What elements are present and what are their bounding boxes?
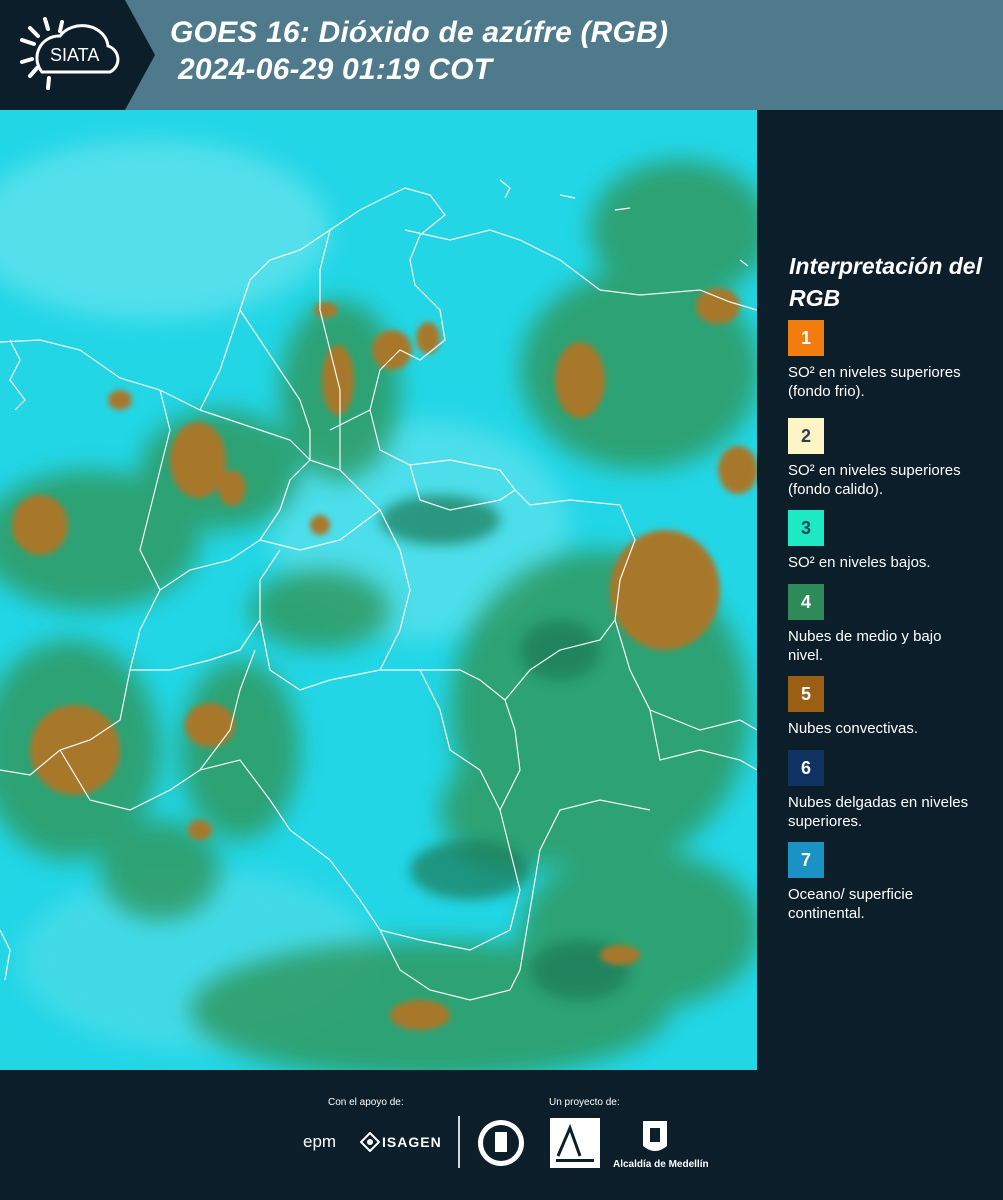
legend-swatch-5: 5 (788, 676, 824, 712)
legend-swatch-7: 7 (788, 842, 824, 878)
footer: Con el apoyo de: Un proyecto de: epm ISA… (0, 1070, 1003, 1200)
header: SIATA GOES 16: Dióxido de azúfre (RGB) 2… (0, 0, 1003, 110)
epm-logo: epm (303, 1132, 337, 1151)
legend-swatch-6: 6 (788, 750, 824, 786)
legend-swatch-2: 2 (788, 418, 824, 454)
legend-text-5: Nubes convectivas. (788, 720, 919, 737)
alcaldia-medellin-label: Alcaldía de Medellín (613, 1159, 709, 1170)
rgb-legend: Interpretación del RGB 1 SO² en niveles … (758, 110, 1003, 1070)
alcaldia-medellin-icon (640, 1118, 670, 1163)
legend-text-6: Nubes delgadas en niveles superiores. (788, 794, 969, 830)
isagen-icon (359, 1131, 381, 1157)
legend-item-4: 4 Nubes de medio y bajo nivel. (788, 584, 998, 665)
legend-title: Interpretación del RGB (789, 253, 982, 311)
area-metropolitana-logo (550, 1118, 600, 1168)
legend-item-6: 6 Nubes delgadas en niveles superiores. (788, 750, 998, 831)
logo-text: SIATA (50, 45, 100, 65)
legend-item-1: 1 SO² en niveles superiores (fondo frio)… (788, 320, 998, 401)
legend-swatch-3: 3 (788, 510, 824, 546)
legend-swatch-4: 4 (788, 584, 824, 620)
legend-text-3: SO² en niveles bajos. (788, 554, 931, 571)
title-line-1: GOES 16: Dióxido de azúfre (RGB) (170, 16, 669, 49)
footer-divider (458, 1116, 460, 1168)
project-label: Un proyecto de: (549, 1097, 620, 1108)
legend-text-2: SO² en niveles superiores (fondo calido)… (788, 462, 961, 498)
legend-text-1: SO² en niveles superiores (fondo frio). (788, 364, 961, 400)
isagen-logo: ISAGEN (382, 1134, 442, 1150)
siata-logo: SIATA (0, 0, 155, 110)
support-label: Con el apoyo de: (328, 1097, 404, 1108)
title-line-2: 2024-06-29 01:19 COT (178, 53, 493, 86)
legend-text-7: Oceano/ superficie continental. (788, 886, 914, 922)
legend-item-7: 7 Oceano/ superficie continental. (788, 842, 998, 923)
legend-item-5: 5 Nubes convectivas. (788, 676, 998, 738)
legend-item-3: 3 SO² en niveles bajos. (788, 510, 998, 572)
page-title: GOES 16: Dióxido de azúfre (RGB) 2024-06… (170, 14, 668, 88)
medellin-seal-icon (476, 1118, 526, 1173)
legend-text-4: Nubes de medio y bajo nivel. (788, 628, 942, 664)
legend-swatch-1: 1 (788, 320, 824, 356)
satellite-map (0, 110, 757, 1070)
legend-item-2: 2 SO² en niveles superiores (fondo calid… (788, 418, 998, 499)
